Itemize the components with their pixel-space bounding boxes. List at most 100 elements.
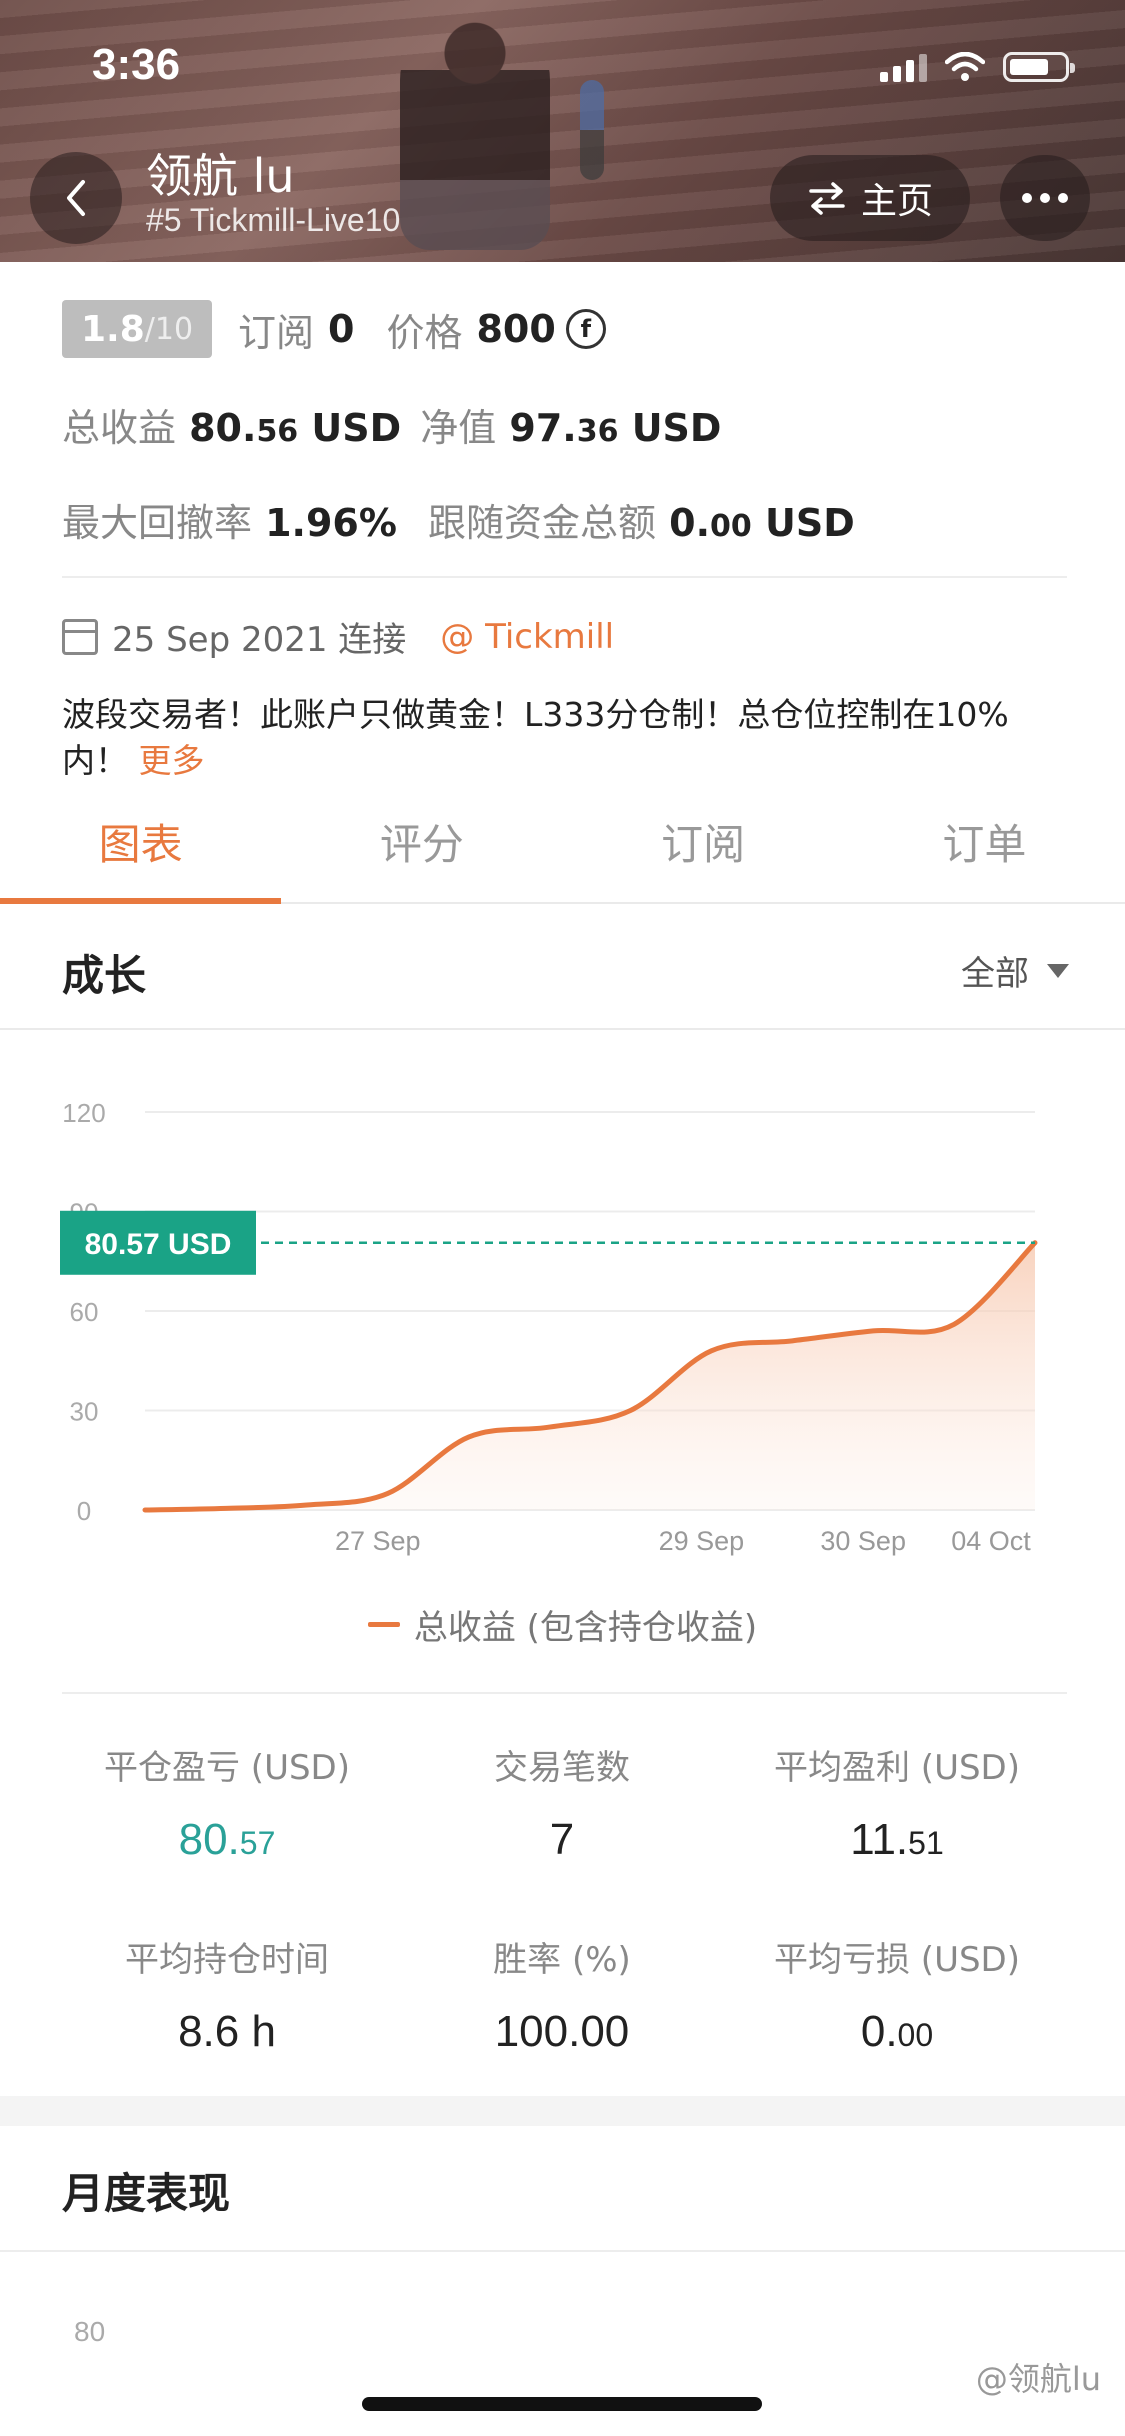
total-profit-value: 80.56 USD [189, 406, 401, 450]
win-rate-label: 胜率 (%) [493, 1940, 631, 1980]
growth-chart-svg: 030609012027 Sep29 Sep30 Sep04 Oct 80.57… [60, 1098, 1038, 1556]
header-photo-person [400, 10, 550, 250]
equity-dec: 36 [576, 414, 619, 449]
tab-rating[interactable]: 评分 [281, 780, 562, 902]
y-tick-label: 120 [62, 1098, 105, 1128]
equity-value: 97.36 USD [509, 406, 721, 450]
growth-header: 成长 全部 [0, 906, 1125, 1030]
stat-win-rate: 胜率 (%) 100.00 [392, 1932, 732, 2057]
follow-funds-int: 0. [669, 501, 711, 545]
price-value: 800 [476, 307, 556, 351]
series-area [145, 1242, 1035, 1510]
follow-funds-unit: USD [751, 501, 855, 545]
y-tick-label: 30 [70, 1397, 99, 1427]
equity-unit: USD [618, 406, 722, 450]
dot [1040, 193, 1050, 203]
broker-link[interactable]: @ Tickmill [440, 617, 614, 657]
dot [1022, 193, 1032, 203]
legend-label: 总收益 (包含持仓收益) [413, 1608, 758, 1648]
more-options-button[interactable] [1000, 155, 1090, 241]
divider [62, 1692, 1067, 1694]
current-value-label: 80.57 USD [85, 1228, 232, 1261]
avg-loss-int: 0. [860, 2007, 898, 2056]
divider [62, 576, 1067, 578]
home-button[interactable]: 主页 [770, 155, 970, 241]
avg-loss-dec: 00 [897, 2017, 934, 2053]
closed-pl-label: 平仓盈亏 (USD) [104, 1748, 350, 1788]
stat-avg-profit: 平均盈利 (USD) 11.51 [727, 1740, 1067, 1865]
cellular-signal-icon [880, 52, 927, 82]
dot [1058, 193, 1068, 203]
stat-avg-hold: 平均持仓时间 8.6 h [57, 1932, 397, 2057]
follow-funds-value: 0.00 USD [669, 501, 855, 545]
divider [0, 2250, 1125, 2252]
y-tick-label: 60 [70, 1297, 99, 1327]
avg-profit-int: 11. [850, 1815, 909, 1864]
follow-funds-label: 跟随资金总额 [428, 501, 657, 545]
avg-loss-label: 平均亏损 (USD) [774, 1940, 1020, 1980]
price-label: 价格 [386, 310, 463, 355]
status-icons [880, 50, 1075, 84]
stat-trades: 交易笔数 7 [392, 1740, 732, 1865]
connection-row: 25 Sep 2021 连接 @ Tickmill [62, 612, 614, 661]
strategy-description: 波段交易者！此账户只做黄金！L333分仓制！总仓位控制在10%内！ 更多 [62, 692, 1072, 784]
profile-header: 3:36 领航 lu #5 Tickmill-Live10 主页 [0, 0, 1125, 262]
score-denominator: /10 [144, 311, 194, 347]
monthly-y-tick: 80 [74, 2316, 106, 2347]
watermark: @领航lu [975, 2360, 1101, 2398]
avg-hold-value: 8.6 h [178, 2007, 276, 2056]
growth-chart: 030609012027 Sep29 Sep30 Sep04 Oct 80.57… [0, 1032, 1125, 1692]
connected-date: 25 Sep 2021 连接 [112, 620, 407, 660]
tab-subscription[interactable]: 订阅 [563, 780, 844, 902]
avg-loss-value: 0.00 [727, 2007, 1067, 2057]
total-profit-int: 80. [189, 406, 257, 450]
x-tick-label: 04 Oct [951, 1526, 1031, 1556]
trades-value: 7 [549, 1815, 575, 1864]
x-tick-label: 27 Sep [335, 1526, 421, 1556]
y-tick-label: 0 [77, 1496, 91, 1526]
back-button[interactable] [30, 152, 122, 244]
profit-row: 总收益 80.56 USD 净值 97.36 USD [62, 397, 721, 452]
equity-int: 97. [509, 406, 577, 450]
account-name: #5 Tickmill-Live10 [146, 202, 401, 238]
subscribe-count: 0 [328, 307, 355, 351]
monthly-performance-title: 月度表现 [62, 2169, 231, 2218]
header-photo-person-far [580, 80, 604, 180]
score-badge[interactable]: 1.8/10 [62, 300, 212, 358]
total-profit-unit: USD [298, 406, 402, 450]
range-filter-dropdown[interactable]: 全部 [961, 946, 1069, 995]
calendar-icon [62, 618, 98, 655]
growth-title: 成长 [62, 951, 147, 1000]
home-indicator[interactable] [362, 2397, 762, 2411]
swap-icon [809, 182, 845, 215]
drawdown-label: 最大回撤率 [62, 501, 253, 545]
closed-pl-int: 80. [178, 1815, 240, 1864]
status-time: 3:36 [92, 40, 181, 89]
more-link[interactable]: 更多 [139, 741, 205, 780]
subscribe-label: 订阅 [238, 310, 315, 355]
chevron-left-icon [67, 180, 85, 216]
tab-orders[interactable]: 订单 [844, 780, 1125, 902]
avg-profit-dec: 51 [908, 1825, 944, 1861]
drawdown-row: 最大回撤率 1.96% 跟随资金总额 0.00 USD [62, 492, 855, 547]
stat-avg-loss: 平均亏损 (USD) 0.00 [727, 1932, 1067, 2057]
score-row: 1.8/10 订阅 0 价格 800 f [62, 300, 606, 358]
total-profit-dec: 56 [256, 414, 299, 449]
closed-pl-dec: 57 [239, 1825, 276, 1861]
tab-chart[interactable]: 图表 [0, 780, 282, 904]
equity-label: 净值 [420, 406, 497, 450]
trader-name: 领航 lu [146, 149, 295, 203]
range-filter-label: 全部 [961, 954, 1029, 994]
trades-label: 交易笔数 [494, 1748, 630, 1788]
home-button-label: 主页 [860, 181, 933, 222]
x-tick-label: 30 Sep [820, 1526, 906, 1556]
coin-icon: f [565, 309, 606, 349]
follow-funds-dec: 00 [710, 509, 752, 544]
total-profit-label: 总收益 [62, 406, 177, 450]
battery-icon [1003, 52, 1075, 82]
wifi-icon [945, 52, 985, 81]
closed-pl-value: 80.57 [57, 1815, 397, 1865]
chart-legend: 总收益 (包含持仓收益) [0, 1600, 1125, 1649]
drawdown-value: 1.96% [265, 501, 397, 545]
win-rate-value: 100.00 [494, 2007, 630, 2056]
